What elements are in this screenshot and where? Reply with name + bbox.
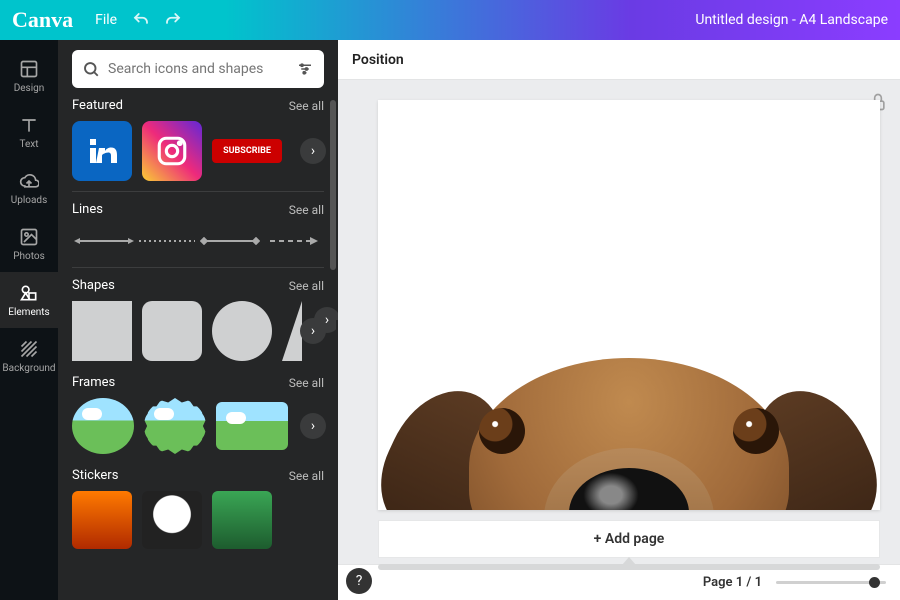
frame-rect[interactable] [216,402,288,450]
page-1[interactable] [378,100,880,510]
rail-uploads[interactable]: Uploads [0,160,58,216]
rail-elements[interactable]: Elements [0,272,58,328]
filter-icon[interactable] [296,60,314,78]
elements-panel: Featured See all SUBSCRIBE › Lines See a… [58,40,338,600]
frame-badge[interactable] [144,398,206,454]
hatch-icon [19,339,39,359]
rail-label: Design [14,83,45,94]
page-indicator[interactable]: Page 1 / 1 [703,575,762,590]
frames-next-button[interactable]: › [300,413,326,439]
file-menu[interactable]: File [87,8,125,32]
section-stickers-header: Stickers See all [72,468,324,483]
document-title[interactable]: Untitled design - A4 Landscape [695,12,888,28]
subscribe-label: SUBSCRIBE [223,146,271,156]
help-button[interactable]: ? [346,568,372,594]
stickers-next-button[interactable]: › [314,307,338,333]
rail-photos[interactable]: Photos [0,216,58,272]
panel-scrollbar-thumb[interactable] [330,100,336,270]
canvas-image-dog[interactable] [409,338,849,510]
line-solid-arrow[interactable] [72,231,135,251]
cloud-upload-icon [19,171,39,191]
canvas-area: Position + Add page Page 1 / 1 [338,40,900,600]
rail-design[interactable]: Design [0,48,58,104]
sticker-ghost[interactable] [142,491,202,549]
image-icon [19,227,39,247]
layout-icon [19,59,39,79]
rail-label: Uploads [11,195,47,206]
search-bar[interactable] [72,50,324,88]
add-page-button[interactable]: + Add page [378,520,880,558]
top-bar: Canva File Untitled design - A4 Landscap… [0,0,900,40]
text-icon [19,115,39,135]
horizontal-scrollbar[interactable] [378,564,880,570]
sticker-zombie[interactable] [212,491,272,549]
frame-circle[interactable] [72,398,134,454]
rail-label: Elements [8,307,49,318]
line-dotted[interactable] [135,231,198,251]
see-all-shapes[interactable]: See all [289,279,324,293]
section-frames-header: Frames See all [72,375,324,390]
see-all-frames[interactable]: See all [289,376,324,390]
see-all-featured[interactable]: See all [289,99,324,113]
featured-next-button[interactable]: › [300,138,326,164]
section-title: Frames [72,375,115,390]
redo-button[interactable] [159,6,187,34]
section-title: Lines [72,202,103,217]
section-title: Featured [72,98,123,113]
featured-linkedin-icon[interactable] [72,121,132,181]
zoom-slider[interactable] [776,581,886,584]
context-toolbar: Position [338,40,900,80]
undo-button[interactable] [127,6,155,34]
tool-rail: Design Text Uploads Photos Elements Back… [0,40,58,600]
search-input[interactable] [108,61,296,77]
shape-triangle[interactable] [282,301,302,361]
see-all-stickers[interactable]: See all [289,469,324,483]
sticker-halloween[interactable] [72,491,132,549]
brand-logo: Canva [12,7,73,33]
section-shapes-header: Shapes See all [72,278,324,293]
rail-label: Photos [13,251,45,262]
line-diamond-ends[interactable] [198,231,261,251]
section-lines-header: Lines See all [72,202,324,217]
featured-subscribe-button[interactable]: SUBSCRIBE [212,139,282,163]
featured-instagram-icon[interactable] [142,121,202,181]
position-button[interactable]: Position [352,52,404,68]
rail-background[interactable]: Background [0,328,58,384]
shapes-icon [19,283,39,303]
search-icon [82,60,100,78]
see-all-lines[interactable]: See all [289,203,324,217]
shape-square[interactable] [72,301,132,361]
line-dashed-arrow[interactable] [261,231,324,251]
design-stage[interactable]: + Add page [338,80,900,564]
shape-rounded-square[interactable] [142,301,202,361]
section-title: Shapes [72,278,115,293]
section-featured-header: Featured See all [72,98,324,113]
rail-text[interactable]: Text [0,104,58,160]
section-title: Stickers [72,468,118,483]
rail-label: Text [19,139,38,150]
rail-label: Background [2,363,55,374]
shape-circle[interactable] [212,301,272,361]
